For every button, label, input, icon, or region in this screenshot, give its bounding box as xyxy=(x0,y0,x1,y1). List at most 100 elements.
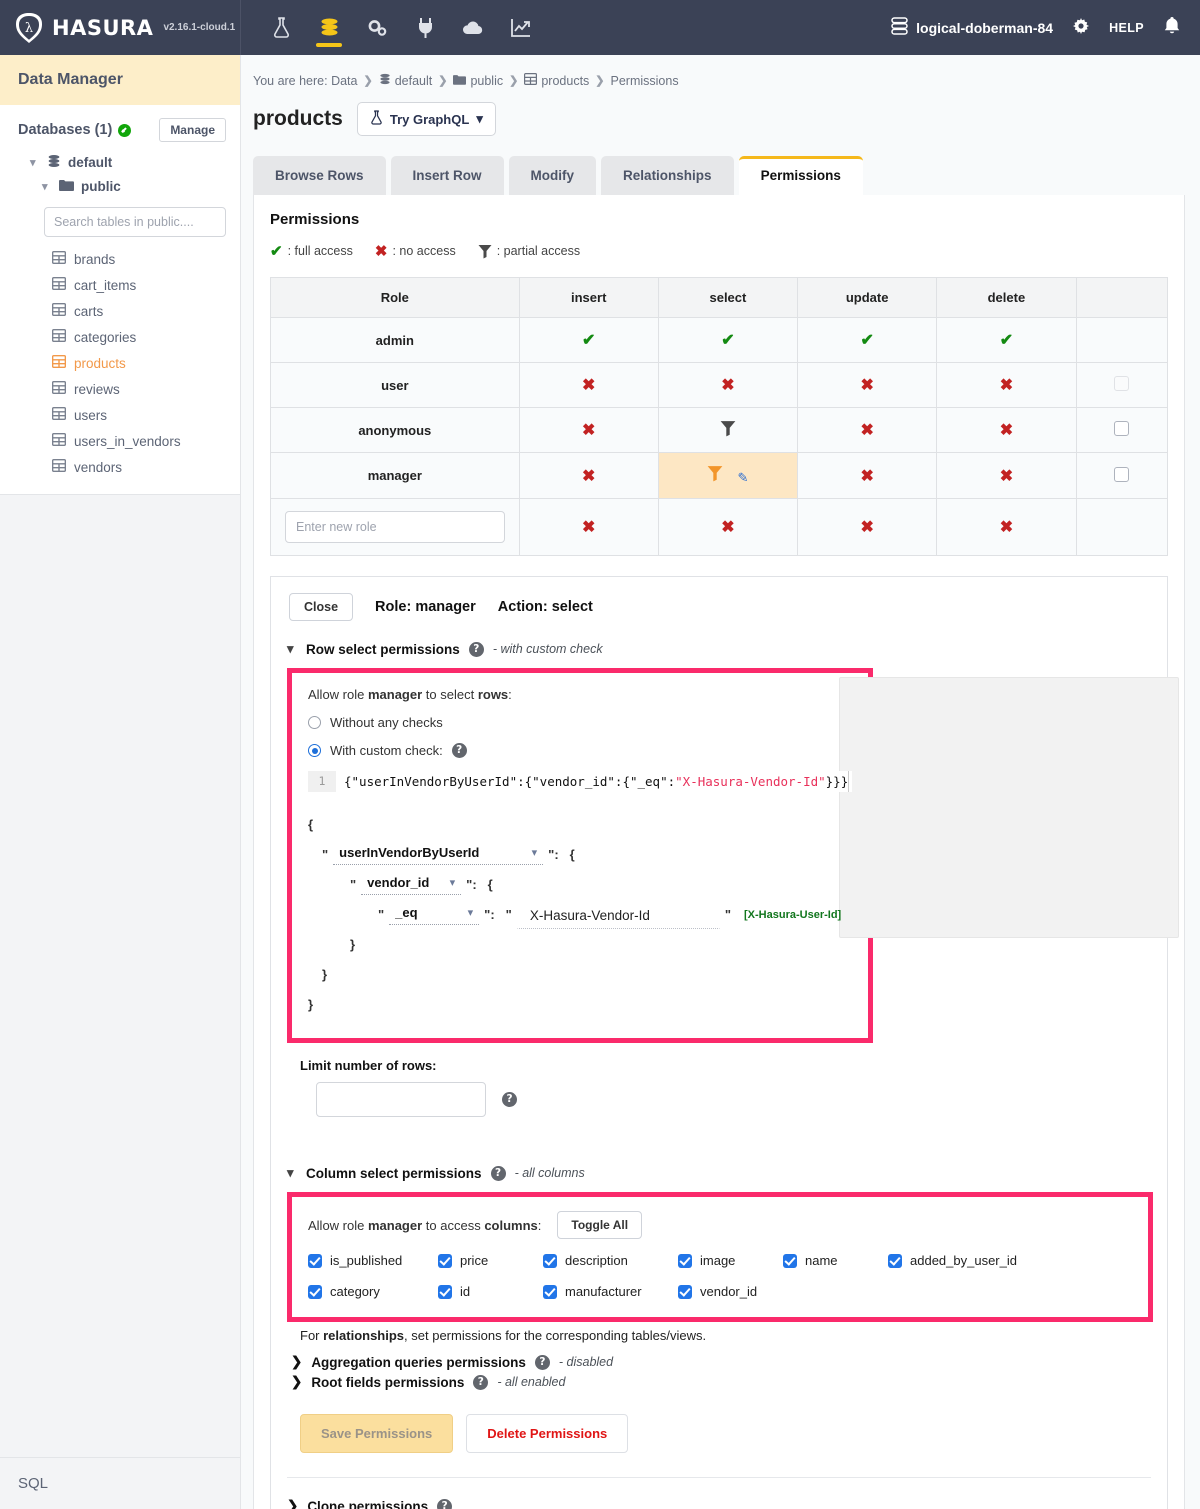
help-icon[interactable]: ? xyxy=(437,1499,452,1509)
row-select-permissions-toggle[interactable]: ▾ Row select permissions ? - with custom… xyxy=(271,627,1167,657)
cross-icon[interactable]: ✖ xyxy=(582,468,595,485)
sidebar-schema-public[interactable]: ▾ public xyxy=(0,175,240,198)
gears-actions-icon[interactable] xyxy=(353,0,401,55)
column-checkbox-is_published[interactable]: is_published xyxy=(308,1253,438,1268)
help-icon[interactable]: ? xyxy=(469,642,484,657)
help-icon[interactable]: ? xyxy=(473,1375,488,1390)
root-fields-toggle[interactable]: ❯ Root fields permissions ? - all enable… xyxy=(291,1374,1167,1390)
sidebar-table-users_in_vendors[interactable]: users_in_vendors xyxy=(0,428,240,454)
column-checkbox-manufacturer[interactable]: manufacturer xyxy=(543,1284,678,1299)
perm-cell-insert[interactable]: ✔ xyxy=(519,318,658,363)
help-link[interactable]: HELP xyxy=(1109,21,1144,35)
funnel-icon[interactable] xyxy=(720,425,736,440)
radio-without-checks[interactable]: Without any checks xyxy=(308,715,852,730)
check-icon[interactable]: ✔ xyxy=(721,332,734,349)
checkbox-checked-icon[interactable] xyxy=(438,1254,452,1268)
column-checkbox-name[interactable]: name xyxy=(783,1253,888,1268)
perm-cell-select[interactable]: ✎ xyxy=(658,453,797,499)
perm-cell-delete[interactable]: ✔ xyxy=(937,318,1076,363)
perm-cell-update[interactable]: ✖ xyxy=(798,408,937,453)
notification-bell-icon[interactable] xyxy=(1164,17,1180,38)
operator-select[interactable]: _eq ▾ xyxy=(389,905,479,925)
plug-events-icon[interactable] xyxy=(401,0,449,55)
edit-pencil-icon[interactable]: ✎ xyxy=(737,470,748,485)
checkbox-checked-icon[interactable] xyxy=(543,1254,557,1268)
cross-icon[interactable]: ✖ xyxy=(1000,468,1013,485)
aggregation-queries-toggle[interactable]: ❯ Aggregation queries permissions ? - di… xyxy=(291,1354,1167,1370)
cross-icon[interactable]: ✖ xyxy=(1000,422,1013,439)
api-flask-icon[interactable] xyxy=(257,0,305,55)
column-checkbox-description[interactable]: description xyxy=(543,1253,678,1268)
custom-check-code-editor[interactable]: 1 {"userInVendorByUserId":{"vendor_id":{… xyxy=(308,771,852,792)
cross-icon[interactable]: ✖ xyxy=(1000,377,1013,394)
cloud-icon[interactable] xyxy=(449,0,497,55)
perm-cell-insert[interactable]: ✖ xyxy=(519,408,658,453)
column-select-permissions-toggle[interactable]: ▾ Column select permissions ? - all colu… xyxy=(271,1151,1167,1181)
tab-permissions[interactable]: Permissions xyxy=(739,156,863,195)
checkbox-checked-icon[interactable] xyxy=(438,1285,452,1299)
funnel-icon[interactable] xyxy=(707,470,723,485)
cross-icon[interactable]: ✖ xyxy=(860,377,873,394)
perm-cell-insert[interactable]: ✖ xyxy=(519,453,658,499)
cross-icon[interactable]: ✖ xyxy=(582,519,595,536)
tab-modify[interactable]: Modify xyxy=(509,156,597,195)
help-icon[interactable]: ? xyxy=(535,1355,550,1370)
cross-icon[interactable]: ✖ xyxy=(860,468,873,485)
checkbox-checked-icon[interactable] xyxy=(783,1254,797,1268)
checkbox-checked-icon[interactable] xyxy=(678,1254,692,1268)
check-icon[interactable]: ✔ xyxy=(860,332,873,349)
perm-cell-update[interactable]: ✔ xyxy=(798,318,937,363)
perm-cell-update[interactable]: ✖ xyxy=(798,499,937,556)
database-icon[interactable] xyxy=(305,0,353,55)
perm-cell-select[interactable]: ✖ xyxy=(658,363,797,408)
column-checkbox-vendor_id[interactable]: vendor_id xyxy=(678,1284,783,1299)
search-tables-input[interactable] xyxy=(44,207,226,237)
cross-icon[interactable]: ✖ xyxy=(582,422,595,439)
help-icon[interactable]: ? xyxy=(502,1092,517,1107)
checkbox-checked-icon[interactable] xyxy=(888,1254,902,1268)
bulk-select-checkbox[interactable] xyxy=(1114,421,1129,436)
check-icon[interactable]: ✔ xyxy=(582,332,595,349)
manage-button[interactable]: Manage xyxy=(159,118,226,142)
perm-cell-update[interactable]: ✖ xyxy=(798,453,937,499)
perm-cell-delete[interactable]: ✖ xyxy=(937,363,1076,408)
toggle-all-button[interactable]: Toggle All xyxy=(557,1211,642,1239)
operator-value-input[interactable] xyxy=(517,902,720,929)
checkbox-checked-icon[interactable] xyxy=(678,1285,692,1299)
cross-icon[interactable]: ✖ xyxy=(860,519,873,536)
perm-cell-insert[interactable]: ✖ xyxy=(519,499,658,556)
sidebar-table-reviews[interactable]: reviews xyxy=(0,376,240,402)
checkbox-checked-icon[interactable] xyxy=(308,1254,322,1268)
limit-rows-input[interactable] xyxy=(316,1082,486,1117)
sidebar-item-sql[interactable]: SQL xyxy=(0,1457,240,1509)
radio-with-custom-check[interactable]: With custom check: ? xyxy=(308,743,852,758)
monitoring-chart-icon[interactable] xyxy=(497,0,545,55)
cross-icon[interactable]: ✖ xyxy=(1000,519,1013,536)
perm-cell-update[interactable]: ✖ xyxy=(798,363,937,408)
sidebar-table-carts[interactable]: carts xyxy=(0,298,240,324)
tab-relationships[interactable]: Relationships xyxy=(601,156,734,195)
tab-browse-rows[interactable]: Browse Rows xyxy=(253,156,386,195)
perm-cell-select[interactable] xyxy=(658,408,797,453)
help-icon[interactable]: ? xyxy=(491,1166,506,1181)
cross-icon[interactable]: ✖ xyxy=(721,519,734,536)
column-checkbox-id[interactable]: id xyxy=(438,1284,543,1299)
help-icon[interactable]: ? xyxy=(452,743,467,758)
relationship-select[interactable]: userInVendorByUserId ▾ xyxy=(333,845,543,865)
bulk-select-checkbox[interactable] xyxy=(1114,376,1129,391)
cross-icon[interactable]: ✖ xyxy=(582,377,595,394)
sidebar-table-categories[interactable]: categories xyxy=(0,324,240,350)
sidebar-source-default[interactable]: ▾ default xyxy=(0,150,240,175)
breadcrumb-item-products[interactable]: products xyxy=(524,73,589,88)
bulk-select-cell[interactable] xyxy=(1076,363,1167,408)
sidebar-table-brands[interactable]: brands xyxy=(0,246,240,272)
tab-insert-row[interactable]: Insert Row xyxy=(391,156,504,195)
cross-icon[interactable]: ✖ xyxy=(721,377,734,394)
column-checkbox-category[interactable]: category xyxy=(308,1284,438,1299)
hasura-brand[interactable]: λ HASURA v2.16.1-cloud.1 xyxy=(0,0,241,55)
clone-permissions-toggle[interactable]: ❯ Clone permissions ? xyxy=(287,1477,1151,1509)
column-checkbox-added_by_user_id[interactable]: added_by_user_id xyxy=(888,1253,1028,1268)
perm-cell-insert[interactable]: ✖ xyxy=(519,363,658,408)
new-role-input[interactable] xyxy=(285,511,505,543)
perm-cell-delete[interactable]: ✖ xyxy=(937,499,1076,556)
